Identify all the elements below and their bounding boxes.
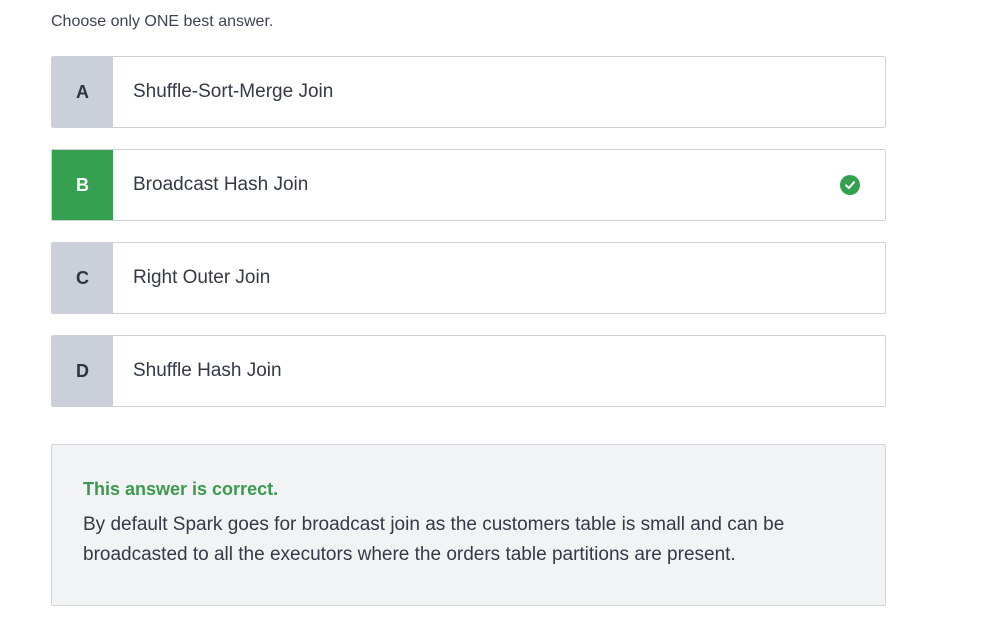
option-d[interactable]: D Shuffle Hash Join (51, 335, 886, 407)
option-text: Right Outer Join (133, 267, 271, 288)
option-letter: D (52, 336, 113, 406)
option-text: Shuffle Hash Join (133, 360, 282, 381)
feedback-panel: This answer is correct. By default Spark… (51, 444, 886, 606)
instruction-text: Choose only ONE best answer. (51, 13, 274, 30)
option-letter: B (52, 150, 113, 220)
option-a[interactable]: A Shuffle-Sort-Merge Join (51, 56, 886, 128)
answer-options: A Shuffle-Sort-Merge Join B Broadcast Ha… (51, 56, 886, 428)
option-text: Broadcast Hash Join (133, 174, 309, 195)
check-circle-icon (840, 175, 860, 195)
feedback-explanation: By default Spark goes for broadcast join… (83, 514, 785, 565)
option-b[interactable]: B Broadcast Hash Join (51, 149, 886, 221)
quiz-question-page: Choose only ONE best answer. A Shuffle-S… (0, 0, 986, 636)
option-c[interactable]: C Right Outer Join (51, 242, 886, 314)
option-text: Shuffle-Sort-Merge Join (133, 81, 334, 102)
option-letter: C (52, 243, 113, 313)
feedback-title: This answer is correct. (83, 479, 279, 499)
option-letter: A (52, 57, 113, 127)
correct-indicator (815, 150, 885, 220)
